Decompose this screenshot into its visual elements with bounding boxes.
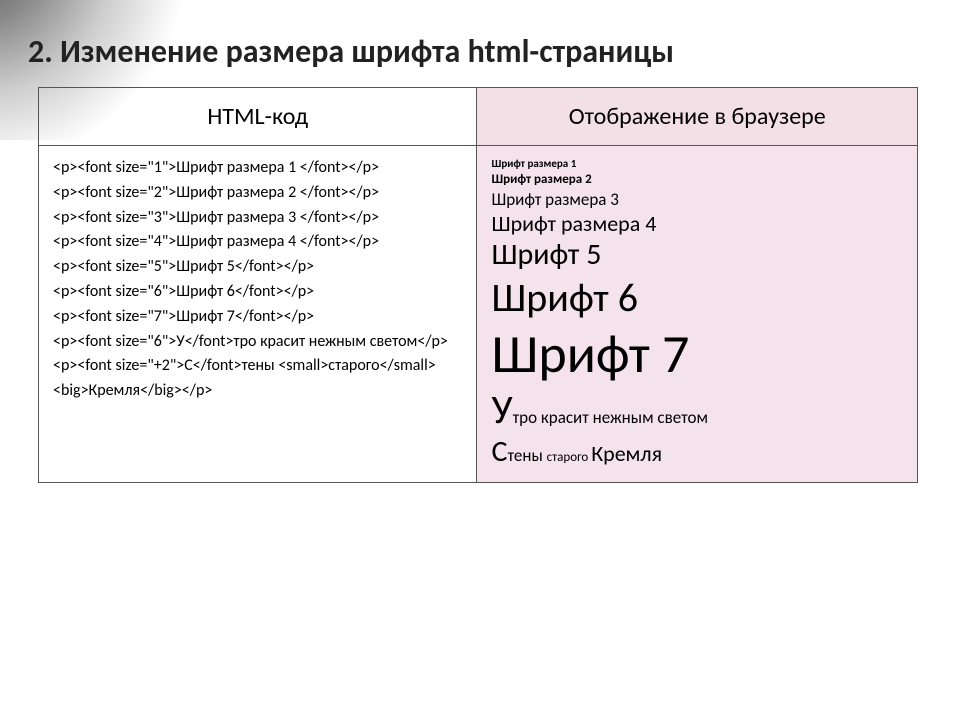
code-line: <p><font size="+2">С</font>тены <small>с…	[53, 354, 462, 404]
code-line: <p><font size="5">Шрифт 5</font></p>	[53, 255, 462, 280]
rest-text: тро красит нежным светом	[513, 407, 708, 428]
small-text: старого	[547, 450, 592, 465]
code-line: <p><font size="2">Шрифт размера 2 </font…	[53, 181, 462, 206]
render-size-5: Шрифт 5	[491, 238, 903, 273]
render-size-3: Шрифт размера 3	[491, 190, 903, 210]
dropcap: У	[491, 385, 512, 434]
header-render: Отображение в браузере	[477, 88, 918, 146]
render-size-2: Шрифт размера 2	[491, 173, 903, 188]
code-line: <p><font size="6">Шрифт 6</font></p>	[53, 280, 462, 305]
render-size-6: Шрифт 6	[491, 275, 903, 321]
example-table: HTML-код Отображение в браузере <p><font…	[38, 87, 918, 483]
render-dropcap-line-2: Стены старого Кремля	[491, 435, 903, 470]
code-cell: <p><font size="1">Шрифт размера 1 </font…	[39, 146, 477, 483]
header-code: HTML-код	[39, 88, 477, 146]
code-line: <p><font size="1">Шрифт размера 1 </font…	[53, 156, 462, 181]
dropcap: С	[491, 433, 507, 470]
render-size-4: Шрифт размера 4	[491, 211, 903, 236]
code-line: <p><font size="4">Шрифт размера 4 </font…	[53, 230, 462, 255]
render-cell: Шрифт размера 1 Шрифт размера 2 Шрифт ра…	[477, 146, 918, 483]
big-text: Кремля	[591, 440, 662, 467]
render-dropcap-line-1: Утро красит нежным светом	[491, 387, 903, 433]
render-size-7: Шрифт 7	[491, 323, 903, 385]
code-line: <p><font size="6">У</font>тро красит неж…	[53, 330, 462, 355]
render-size-1: Шрифт размера 1	[491, 158, 903, 171]
rest-text: тены	[507, 445, 546, 466]
slide-title: 2. Изменение размера шрифта html-страниц…	[0, 0, 960, 87]
code-line: <p><font size="7">Шрифт 7</font></p>	[53, 305, 462, 330]
code-line: <p><font size="3">Шрифт размера 3 </font…	[53, 206, 462, 231]
